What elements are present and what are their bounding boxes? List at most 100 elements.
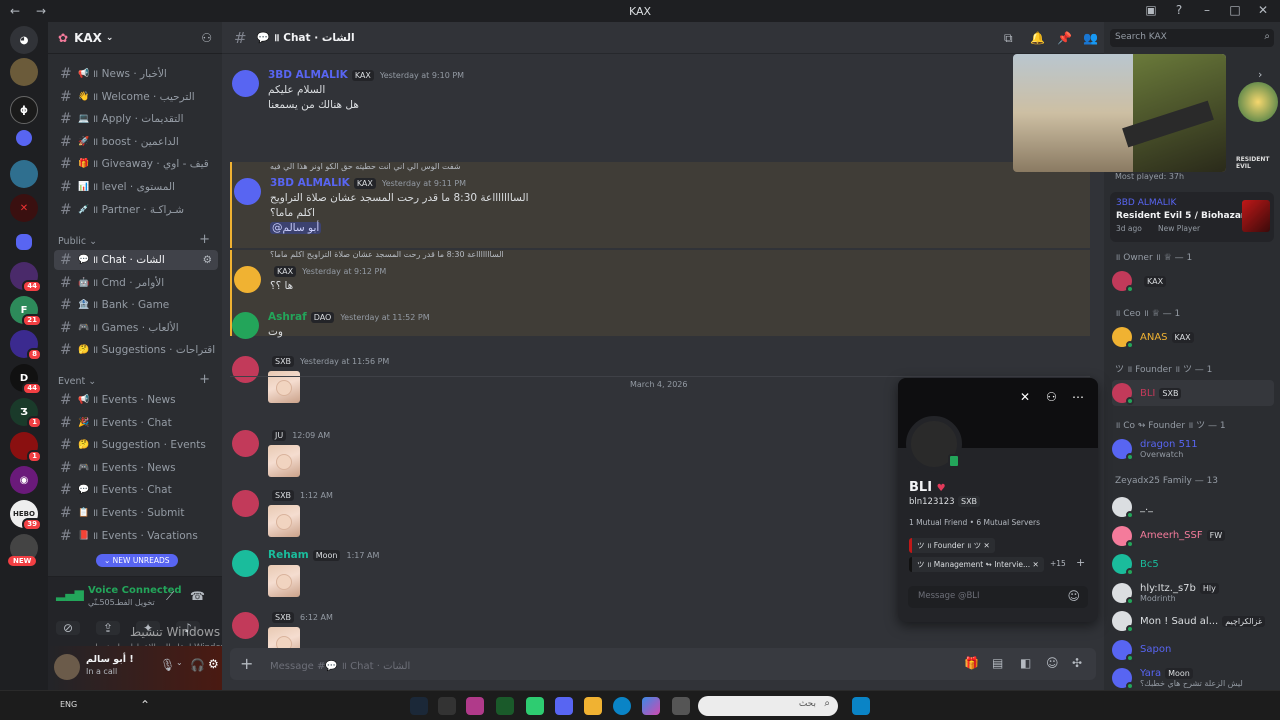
add-role-icon[interactable]: +	[1076, 556, 1085, 569]
server-icon[interactable]: 1	[10, 432, 42, 463]
folder-icon[interactable]	[16, 130, 32, 146]
avatar[interactable]	[232, 550, 259, 577]
mutual-info[interactable]: 1 Mutual Friend • 6 Mutual Servers	[909, 518, 1040, 527]
minimize-icon[interactable]: –	[1198, 3, 1216, 17]
help-icon[interactable]: ?	[1170, 3, 1188, 17]
threads-icon[interactable]: ⧉	[1004, 31, 1013, 46]
new-unreads-pill[interactable]: ⌄ NEW UNREADS	[96, 554, 178, 567]
tray-language[interactable]: ENG	[60, 700, 77, 709]
channel-item[interactable]: # 🤔 ॥ Suggestion · Events	[54, 435, 218, 455]
chevron-right-icon[interactable]: ›	[1258, 68, 1262, 81]
avatar[interactable]	[232, 312, 259, 339]
disconnect-icon[interactable]: ☎	[190, 589, 205, 603]
headphones-icon[interactable]: 🎧	[190, 658, 205, 672]
message-composer[interactable]: + Message #💬 ॥ Chat · الشات 🎁 ▤ ◧ ☺ ✣	[230, 648, 1096, 680]
game-thumbnail[interactable]	[1238, 82, 1278, 122]
app-icon[interactable]	[526, 697, 544, 715]
server-icon[interactable]: ɸ	[10, 96, 38, 124]
member-row[interactable]: Yara Moon ليش الزعلة تشرح هاي خطبك؟	[1112, 665, 1274, 690]
folder-icon[interactable]	[16, 234, 32, 250]
server-icon[interactable]: ◉	[10, 466, 38, 494]
more-options-icon[interactable]: ⋯	[1072, 390, 1084, 404]
avatar[interactable]	[234, 266, 261, 293]
message-image[interactable]	[268, 445, 300, 477]
chevron-down-icon[interactable]: ⌄	[176, 658, 183, 667]
category-public[interactable]: Public ⌄	[58, 236, 97, 247]
member-list-icon[interactable]: 👥	[1083, 31, 1098, 45]
notification-bell-icon[interactable]: 🔔	[1030, 31, 1045, 45]
windows-start-icon[interactable]	[852, 697, 870, 715]
stream-preview[interactable]	[1013, 54, 1226, 172]
message-user-input[interactable]: Message @BLI ☺	[908, 586, 1088, 608]
inbox-icon[interactable]: ▣	[1142, 3, 1160, 17]
gif-icon[interactable]: ▤	[992, 656, 1003, 670]
member-row[interactable]: Sapon	[1112, 637, 1274, 663]
add-member-icon[interactable]: ⚇	[201, 31, 212, 45]
user-name[interactable]: أبو سالم !	[86, 654, 134, 665]
create-channel-icon[interactable]: +	[199, 372, 210, 387]
more-roles[interactable]: +15	[1050, 559, 1066, 568]
search-input[interactable]: Search KAX ⌕	[1110, 29, 1274, 47]
channel-item[interactable]: # 🤖 ॥ Cmd · الأوامر	[54, 273, 218, 293]
settings-gear-icon[interactable]: ⚙	[203, 254, 212, 266]
server-icon[interactable]	[10, 58, 38, 86]
channel-item[interactable]: # 💉 ॥ Partner · شـراكـة	[54, 200, 218, 220]
server-icon[interactable]: 8	[10, 330, 42, 361]
message-author[interactable]: 3BD ALMALIK	[268, 69, 348, 81]
member-row[interactable]: BLI SXB	[1112, 380, 1274, 406]
camera-icon[interactable]: ⊘	[56, 621, 80, 635]
member-row[interactable]: Bc5	[1112, 551, 1274, 577]
server-icon[interactable]: ✕	[10, 194, 38, 222]
play-icon[interactable]	[496, 697, 514, 715]
chat-message[interactable]: شفت الوس الي اني انت حطيته حق الكو اونر …	[230, 162, 1090, 248]
emoji-icon[interactable]: ☺	[1046, 656, 1059, 670]
member-row[interactable]: dragon 511 Overwatch	[1112, 436, 1274, 462]
edge-icon[interactable]	[613, 697, 631, 715]
avatar[interactable]	[232, 612, 259, 639]
channel-item[interactable]: # 🚀 ॥ boost · الداعمين	[54, 132, 218, 152]
avatar[interactable]	[232, 70, 259, 97]
role-chip[interactable]: ツ ॥ Management ↬ Intervie... ✕	[909, 557, 1044, 572]
avatar[interactable]	[54, 654, 80, 680]
composer-placeholder[interactable]: Message #💬 ॥ Chat · الشات	[270, 658, 410, 672]
channel-item[interactable]: # 📢 ॥ News · الأخبار	[54, 64, 218, 84]
server-icon[interactable]: F 21	[10, 296, 42, 327]
new-badge[interactable]: NEW	[8, 556, 37, 566]
channel-item[interactable]: # 💻 ॥ Apply · التقديمات	[54, 109, 218, 129]
server-icon[interactable]: 44	[10, 262, 42, 293]
channel-item[interactable]: # 📊 ॥ level · المستوى	[54, 177, 218, 197]
app-icon[interactable]	[466, 697, 484, 715]
steam-icon[interactable]	[410, 697, 428, 715]
member-row[interactable]: Mon ! Saud al... غزالكراچيم	[1112, 608, 1274, 634]
server-icon[interactable]: D 44	[10, 364, 42, 395]
avatar[interactable]	[232, 356, 259, 383]
server-icon[interactable]: Ʒ1	[10, 398, 42, 429]
taskbar-search[interactable]: بحث ⌕	[698, 696, 838, 716]
microphone-icon[interactable]: 🎙	[160, 658, 175, 672]
close-icon[interactable]: ✕	[1254, 3, 1272, 17]
gift-icon[interactable]: 🎁	[964, 656, 979, 670]
user-mention[interactable]: @أبو سالم	[270, 222, 322, 234]
message-author[interactable]: Reham	[268, 549, 309, 561]
discord-home-icon[interactable]: ◕	[10, 26, 38, 54]
app-icon[interactable]	[672, 697, 690, 715]
member-row[interactable]: hly:Itz._s7b Hly Modrinth	[1112, 580, 1274, 606]
channel-item[interactable]: # 🏦 ॥ Bank · Game	[54, 295, 218, 315]
server-icon[interactable]	[10, 160, 38, 188]
channel-item[interactable]: # 💬 ॥ Chat · الشات ⚙	[54, 250, 218, 270]
file-explorer-icon[interactable]	[584, 697, 602, 715]
channel-item[interactable]: # 🤔 ॥ Suggestions · اقتراحات	[54, 340, 218, 360]
emoji-icon[interactable]: ☺	[1067, 589, 1080, 603]
server-header[interactable]: ✿ KAX ⌄ ⚇	[48, 22, 222, 54]
noise-suppression-icon[interactable]: ⟋	[166, 589, 174, 604]
message-author[interactable]: Ashraf	[268, 311, 307, 323]
upload-plus-icon[interactable]: +	[240, 654, 253, 673]
voice-channel[interactable]: تخويل الفطـ505ـنّي	[88, 598, 155, 607]
reply-preview[interactable]: شفت الوس الي اني انت حطيته حق الكو اونر …	[270, 162, 461, 171]
message-author[interactable]: 3BD ALMALIK	[270, 177, 350, 189]
add-friend-icon[interactable]: ⚇	[1046, 390, 1057, 404]
avatar[interactable]	[232, 490, 259, 517]
channel-item[interactable]: # 🎮 ॥ Games · الألعاب	[54, 318, 218, 338]
member-row[interactable]: _._	[1112, 494, 1274, 520]
sticker-icon[interactable]: ◧	[1020, 656, 1031, 670]
